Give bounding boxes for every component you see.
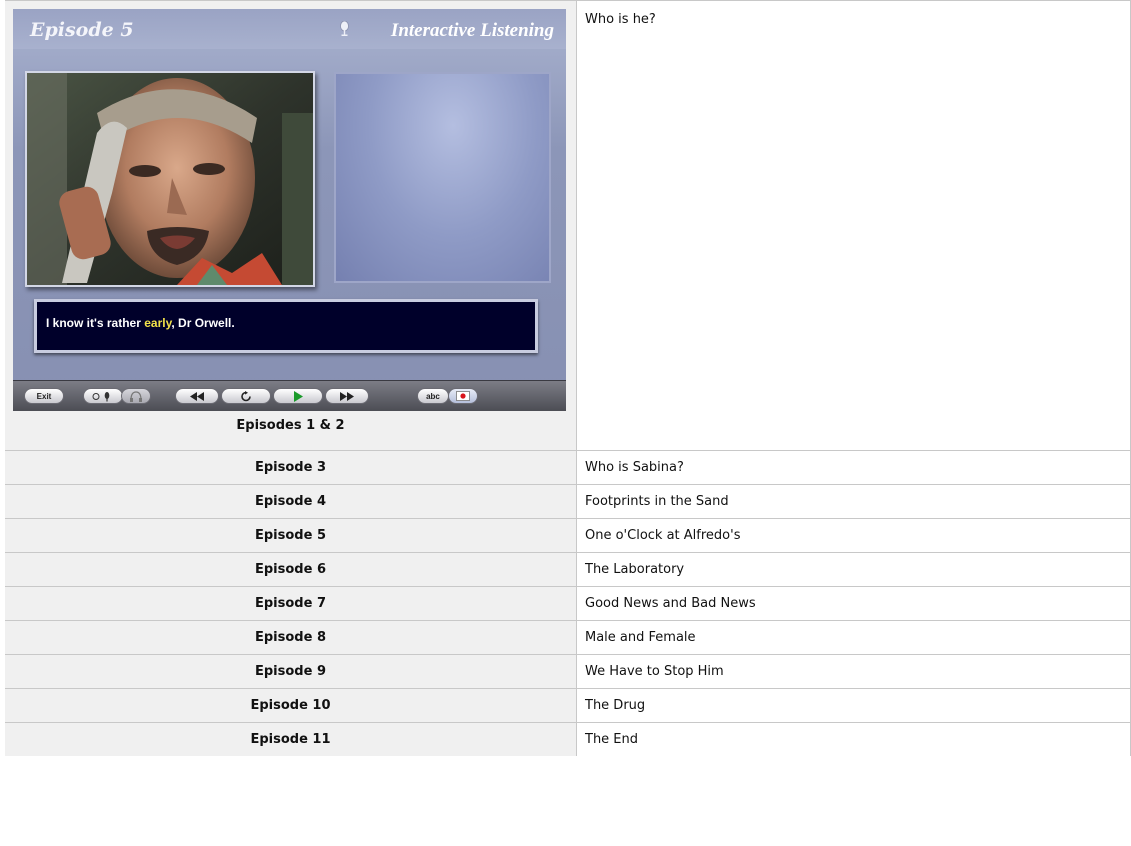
player-episode-title: Episode 5 xyxy=(30,19,134,41)
video-player: Episode 5 Interactive Listening I know i… xyxy=(13,9,566,411)
player-app-title: Interactive Listening xyxy=(390,20,554,41)
record-button[interactable] xyxy=(448,388,478,404)
episode-title: Male and Female xyxy=(577,621,1131,654)
episode-label: Episodes 1 & 2 xyxy=(236,418,345,433)
episode-label: Episode 11 xyxy=(5,723,577,756)
episode-label: Episode 7 xyxy=(5,587,577,620)
episode-title: Good News and Bad News xyxy=(577,587,1131,620)
episode-label: Episode 10 xyxy=(5,689,577,722)
replay-button[interactable] xyxy=(221,388,271,404)
record-mic-button[interactable] xyxy=(83,388,123,404)
table-row: Episode 3 Who is Sabina? xyxy=(5,451,1131,485)
play-button[interactable] xyxy=(273,388,323,404)
headphones-icon xyxy=(130,390,142,402)
microphone-icon xyxy=(340,21,349,36)
table-row: Episode 8 Male and Female xyxy=(5,621,1131,655)
episode-label: Episode 5 xyxy=(5,519,577,552)
rewind-button[interactable] xyxy=(175,388,219,404)
episode-title-cell: Who is he? xyxy=(577,1,1131,450)
player-cell: Episode 5 Interactive Listening I know i… xyxy=(5,1,577,450)
video-frame[interactable] xyxy=(25,71,315,287)
video-still-image xyxy=(27,73,313,285)
subtitles-button[interactable]: abc xyxy=(417,388,449,404)
episode-title: The Laboratory xyxy=(577,553,1131,586)
table-row: Episode 7 Good News and Bad News xyxy=(5,587,1131,621)
table-row: Episode 4 Footprints in the Sand xyxy=(5,485,1131,519)
episode-label: Episode 9 xyxy=(5,655,577,688)
episode-title: One o'Clock at Alfredo's xyxy=(577,519,1131,552)
table-row: Episode 5 One o'Clock at Alfredo's xyxy=(5,519,1131,553)
headphones-button[interactable] xyxy=(121,388,151,404)
episode-title: We Have to Stop Him xyxy=(577,655,1131,688)
episode-label: Episode 3 xyxy=(5,451,577,484)
table-row: Episode 10 The Drug xyxy=(5,689,1131,723)
episode-label: Episode 8 xyxy=(5,621,577,654)
record-icon xyxy=(456,391,470,401)
fast-forward-icon xyxy=(340,391,354,401)
text-panel xyxy=(334,72,551,283)
caption-box: I know it's rather early, Dr Orwell. xyxy=(34,299,538,353)
exit-button[interactable]: Exit xyxy=(24,388,64,404)
episode-title: Who is he? xyxy=(585,12,656,27)
episode-label: Episode 6 xyxy=(5,553,577,586)
episode-title: Who is Sabina? xyxy=(577,451,1131,484)
play-icon xyxy=(294,390,303,402)
player-title-bar: Episode 5 Interactive Listening xyxy=(13,9,566,49)
episode-title: The End xyxy=(577,723,1131,756)
control-bar: Exit abc xyxy=(13,380,566,411)
episode-title: The Drug xyxy=(577,689,1131,722)
microphone-toggle-icon xyxy=(92,391,110,401)
episode-label: Episode 4 xyxy=(5,485,577,518)
fast-forward-button[interactable] xyxy=(325,388,369,404)
episodes-table: Episode 5 Interactive Listening I know i… xyxy=(5,0,1131,756)
table-row: Episode 11 The End xyxy=(5,723,1131,756)
episode-title: Footprints in the Sand xyxy=(577,485,1131,518)
table-row: Episode 6 The Laboratory xyxy=(5,553,1131,587)
caption-text: I know it's rather early, Dr Orwell. xyxy=(46,316,235,330)
table-row: Episode 5 Interactive Listening I know i… xyxy=(5,0,1131,451)
rewind-icon xyxy=(190,391,204,401)
table-row: Episode 9 We Have to Stop Him xyxy=(5,655,1131,689)
replay-icon xyxy=(241,390,251,401)
caption-highlight-word[interactable]: early xyxy=(144,316,171,330)
